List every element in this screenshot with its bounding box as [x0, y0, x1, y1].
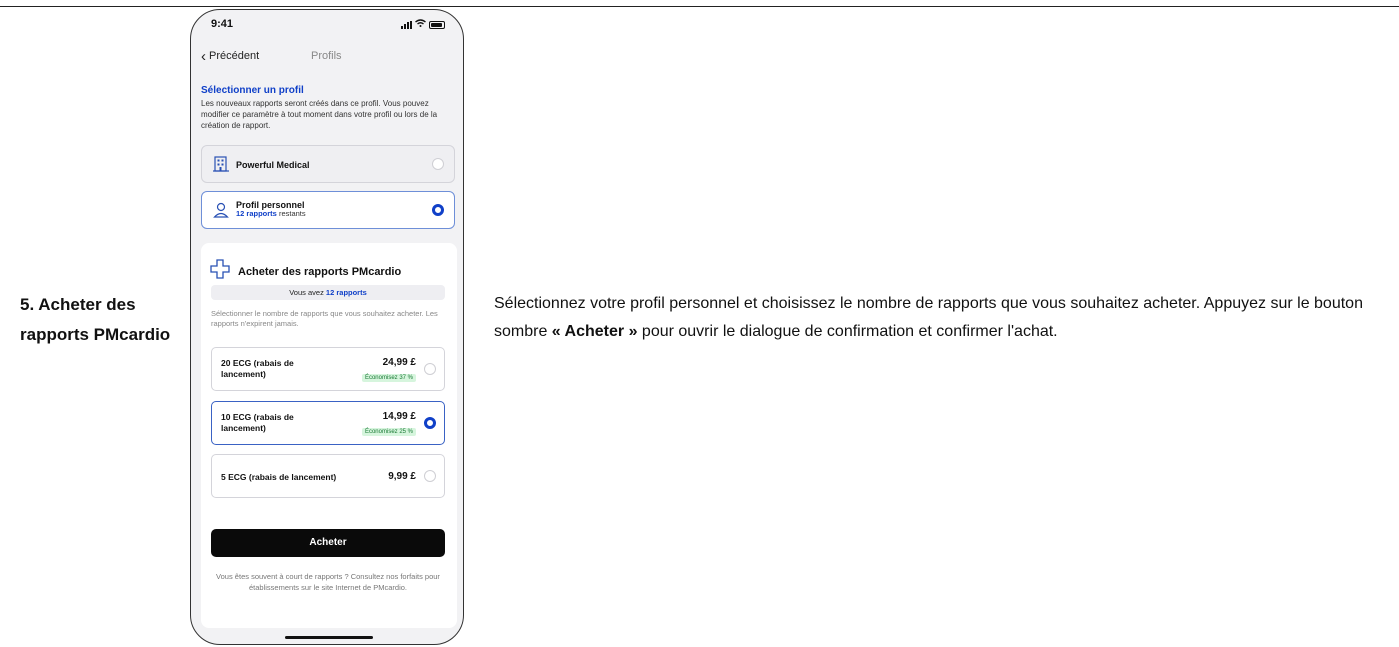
section-title: Sélectionner un profil: [201, 85, 304, 96]
profile-name: Powerful Medical: [236, 160, 310, 170]
profile-card-powerful-medical[interactable]: Powerful Medical: [201, 145, 455, 183]
battery-icon: [429, 21, 445, 29]
offer-label: 5 ECG (rabais de lancement): [221, 472, 337, 482]
status-bar: 9:41: [191, 10, 463, 36]
offer-radio[interactable]: [424, 470, 436, 482]
profile-card-personnel[interactable]: Profil personnel 12 rapports restants: [201, 191, 455, 229]
offer-radio[interactable]: [424, 417, 436, 429]
offer-price: 14,99 £: [382, 411, 416, 422]
offer-price: 24,99 £: [382, 357, 416, 368]
offer-20-ecg[interactable]: 20 ECG (rabais de lancement) 24,99 £ Éco…: [211, 347, 445, 391]
signal-icon: [401, 21, 412, 29]
building-icon: [212, 155, 230, 173]
profile-section: Sélectionner un profil Les nouveaux rapp…: [201, 85, 457, 131]
savings-badge: Économisez 25 %: [361, 428, 416, 436]
offer-10-ecg[interactable]: 10 ECG (rabais de lancement) 14,99 £ Éco…: [211, 401, 445, 445]
nav-title: Profils: [311, 50, 342, 62]
purchase-title: Acheter des rapports PMcardio: [238, 265, 402, 278]
home-indicator: [285, 636, 373, 639]
nav-bar: ‹ Précédent Profils: [191, 46, 463, 66]
section-subtitle: Les nouveaux rapports seront créés dans …: [201, 99, 438, 130]
offer-label: 10 ECG (rabais de lancement): [221, 412, 294, 433]
offer-price: 9,99 £: [388, 471, 416, 482]
user-icon: [212, 201, 230, 219]
purchase-footer: Vous êtes souvent à court de rapports ? …: [216, 572, 440, 592]
profile-remaining: 12 rapports restants: [236, 209, 306, 218]
buy-button[interactable]: Acheter: [211, 529, 445, 557]
offer-radio[interactable]: [424, 363, 436, 375]
profile-remaining-count: 12 rapports: [236, 209, 277, 218]
chevron-left-icon: ‹: [201, 47, 206, 65]
profile-remaining-suffix: restants: [276, 209, 306, 218]
balance-value: 12 rapports: [325, 288, 367, 297]
savings-badge: Économisez 37 %: [361, 374, 416, 382]
offer-5-ecg[interactable]: 5 ECG (rabais de lancement) 9,99 £: [211, 454, 445, 498]
offer-label: 20 ECG (rabais de lancement): [221, 358, 294, 379]
balance-badge: Vous avez 12 rapports: [211, 285, 445, 300]
purchase-panel: Acheter des rapports PMcardio Vous avez …: [201, 243, 457, 628]
back-label: Précédent: [209, 50, 260, 62]
profile-radio[interactable]: [432, 158, 444, 170]
step-description-emphasis: « Acheter »: [551, 323, 638, 340]
profile-radio[interactable]: [432, 204, 444, 216]
phone-mockup: 9:41 ‹ Précédent Profils Sélectionner un …: [190, 9, 464, 645]
wifi-icon: [415, 19, 426, 29]
purchase-subtitle: Sélectionner le nombre de rapports que v…: [211, 309, 438, 328]
medical-cross-icon: [210, 259, 230, 284]
purchase-header: Acheter des rapports PMcardio: [210, 259, 401, 284]
status-time: 9:41: [211, 18, 234, 30]
step-description: Sélectionnez votre profil personnel et c…: [494, 290, 1374, 346]
top-divider: [0, 6, 1399, 7]
back-button[interactable]: ‹ Précédent: [201, 47, 260, 65]
step-description-text-end: pour ouvrir le dialogue de confirmation …: [637, 323, 1058, 340]
balance-prefix: Vous avez: [289, 288, 326, 297]
status-icons: [401, 19, 445, 29]
step-title: 5. Acheter des rapports PMcardio: [20, 295, 171, 344]
